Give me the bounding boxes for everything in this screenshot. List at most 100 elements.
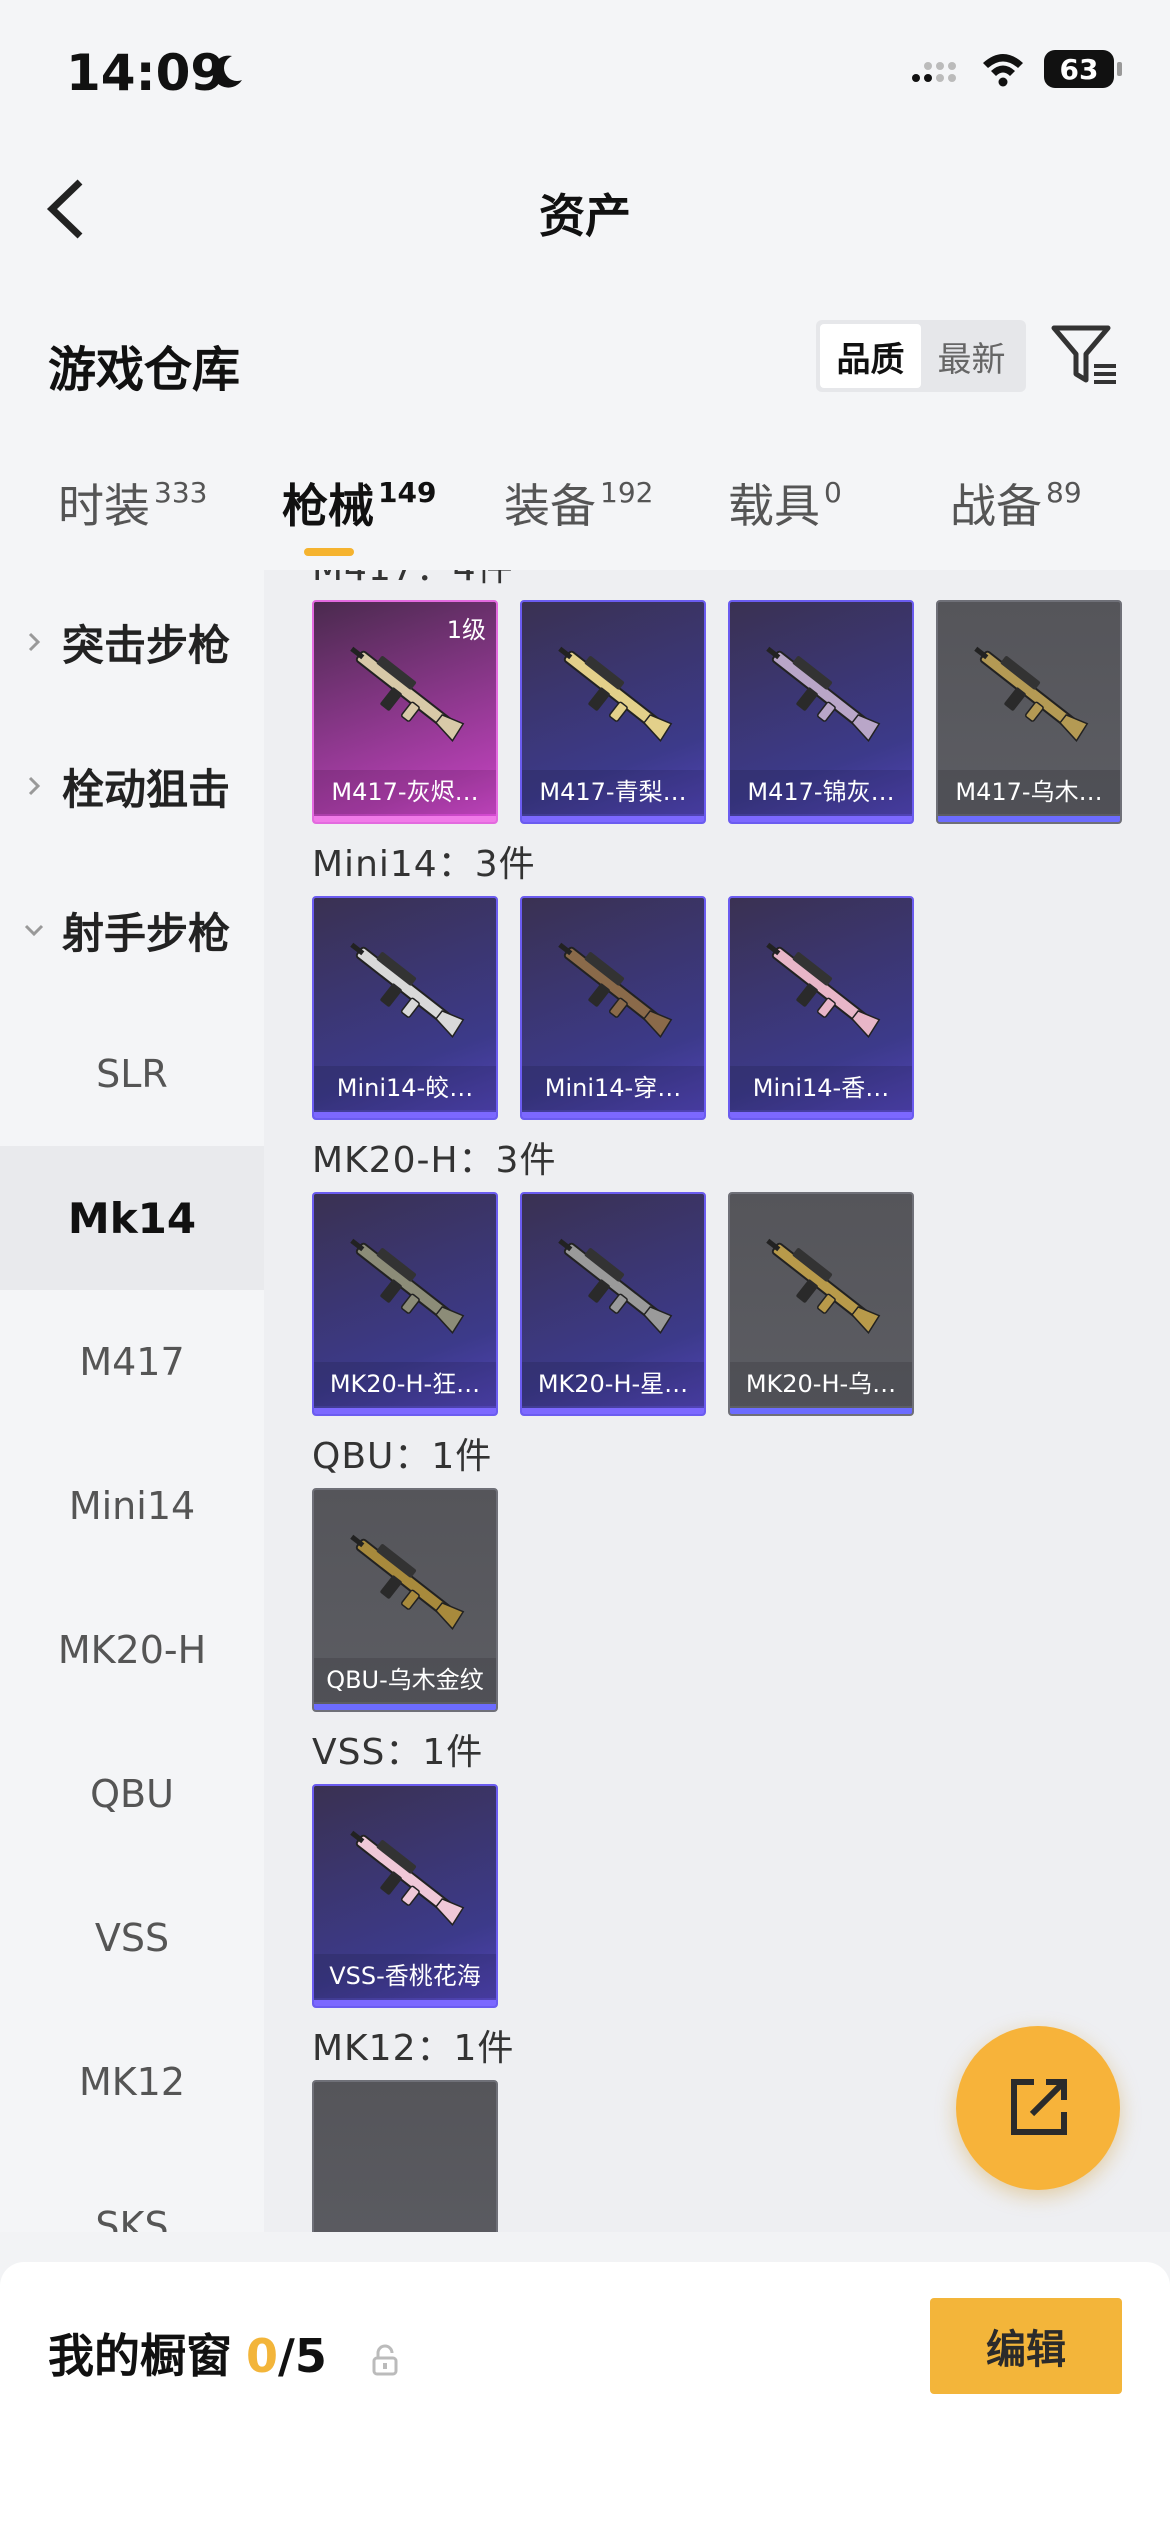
weapon-card[interactable]: M417-青梨… (520, 600, 706, 824)
showcase-total-count: /5 (278, 2329, 327, 2383)
weapon-card[interactable]: Mini14-香… (728, 896, 914, 1120)
weapon-cards: Mini14-皎… Mini14-穿… Mini14-香… (312, 896, 1170, 1120)
sidebar-item-m417[interactable]: M417 (0, 1290, 264, 1434)
sort-quality-option[interactable]: 品质 (820, 324, 921, 388)
weapon-card[interactable]: MK20-H-狂… (312, 1192, 498, 1416)
chevron-right-icon (28, 776, 41, 796)
rifle-icon (558, 942, 673, 1038)
rarity-bar (314, 1408, 496, 1414)
sidebar-category-marksman-rifles[interactable]: 射手步枪 (0, 858, 264, 1002)
rarity-bar (938, 816, 1120, 822)
sort-latest-option[interactable]: 最新 (921, 324, 1022, 388)
weapon-card[interactable]: VSS-香桃花海 (312, 1784, 498, 2008)
weapon-card[interactable]: Mini14-皎… (312, 896, 498, 1120)
cellular-icon (912, 62, 956, 82)
weapon-group: MK20-H：3件 MK20-H-狂… MK20-H-星… MK20-H-乌… (264, 1130, 1170, 1426)
weapon-card-label: Mini14-皎… (314, 1066, 496, 1110)
tab-count: 333 (154, 476, 208, 509)
weapon-group: M417：4件 1级 M417-灰烬… M417-青梨… M417-锦灰… M417-乌木… (264, 570, 1170, 834)
filter-icon[interactable] (1050, 322, 1120, 388)
rifle-icon (350, 646, 465, 742)
nav-bar: 资产 (0, 140, 1170, 270)
sidebar-category-label: 射手步枪 (62, 908, 231, 958)
tab-vehicles[interactable]: 载具 0 (728, 470, 842, 536)
weapon-card[interactable]: M417-乌木… (936, 600, 1122, 824)
tab-fashion[interactable]: 时装 333 (58, 470, 207, 536)
page-title: 资产 (539, 189, 631, 243)
share-icon (1011, 2079, 1067, 2135)
weapon-card[interactable]: M417-锦灰… (728, 600, 914, 824)
showcase-current-count: 0 (246, 2329, 279, 2383)
weapon-card[interactable]: 1级 M417-灰烬… (312, 600, 498, 824)
tab-supplies[interactable]: 战备 89 (950, 470, 1082, 536)
sidebar-category-label: 栓动狙击 (62, 764, 231, 814)
share-button[interactable] (956, 2026, 1120, 2190)
rifle-icon (766, 1238, 881, 1334)
sidebar-item-qbu[interactable]: QBU (0, 1722, 264, 1866)
rarity-bar (314, 1112, 496, 1118)
rifle-icon (558, 1238, 673, 1334)
rifle-icon (974, 646, 1089, 742)
rifle-icon (350, 942, 465, 1038)
weapon-card[interactable]: QBU-乌木金纹 (312, 1488, 498, 1712)
weapon-card-label: Mini14-穿… (522, 1066, 704, 1110)
edit-button[interactable]: 编辑 (930, 2298, 1122, 2394)
rarity-bar (730, 1408, 912, 1414)
chevron-right-icon (28, 632, 41, 652)
sidebar-item-slr[interactable]: SLR (0, 1002, 264, 1146)
tab-firearms[interactable]: 枪械 149 (282, 470, 436, 536)
sidebar-item-mini14[interactable]: Mini14 (0, 1434, 264, 1578)
weapon-group: VSS：1件 VSS-香桃花海 (264, 1722, 1170, 2018)
rarity-bar (314, 816, 496, 822)
weapon-card[interactable]: MK20-H-乌… (728, 1192, 914, 1416)
tab-label: 装备 (504, 479, 596, 533)
sidebar-item-sks[interactable]: SKS (0, 2154, 264, 2232)
rifle-icon (766, 646, 881, 742)
sidebar-category-assault-rifles[interactable]: 突击步枪 (0, 570, 264, 714)
tab-label: 载具 (728, 479, 820, 533)
tab-count: 192 (600, 476, 654, 509)
sidebar-category-bolt-snipers[interactable]: 栓动狙击 (0, 714, 264, 858)
rarity-bar (522, 1112, 704, 1118)
rarity-bar (522, 816, 704, 822)
tab-equipment[interactable]: 装备 192 (504, 470, 653, 536)
weapon-card[interactable]: MK20-H-星… (520, 1192, 706, 1416)
weapon-cards: QBU-乌木金纹 (312, 1488, 1170, 1712)
sidebar-item-mk14[interactable]: Mk14 (0, 1146, 264, 1290)
sidebar-item-mk20h[interactable]: MK20-H (0, 1578, 264, 1722)
sidebar-category-label: 突击步枪 (62, 620, 231, 670)
weapon-group-title: QBU：1件 (312, 1436, 493, 1477)
status-right: 63 (910, 50, 1122, 88)
weapon-cards: MK20-H-狂… MK20-H-星… MK20-H-乌… (312, 1192, 1170, 1416)
weapon-card[interactable] (312, 2080, 498, 2232)
weapon-list: M417：4件 1级 M417-灰烬… M417-青梨… M417-锦灰… M417-乌木… (264, 570, 1170, 2232)
showcase-info: 我的橱窗 0/5 (48, 2320, 399, 2386)
tab-count: 0 (824, 476, 842, 509)
sidebar-item-vss[interactable]: VSS (0, 1866, 264, 2010)
lock-icon (372, 2344, 398, 2376)
weapon-card-label: QBU-乌木金纹 (314, 1658, 496, 1702)
showcase-label: 我的橱窗 (48, 2329, 232, 2383)
status-bar: 14:09 63 (0, 0, 1170, 140)
rarity-bar (314, 1704, 496, 1710)
rifle-icon (350, 1830, 465, 1926)
rarity-bar (522, 1408, 704, 1414)
sidebar-item-mk12[interactable]: MK12 (0, 2010, 264, 2154)
weapon-card-label: MK20-H-星… (522, 1362, 704, 1406)
active-tab-indicator (304, 548, 354, 556)
weapon-groups: M417：4件 1级 M417-灰烬… M417-青梨… M417-锦灰… M417-乌木… (264, 570, 1170, 2232)
weapon-level-badge: 1级 (446, 616, 486, 644)
weapon-cards: VSS-香桃花海 (312, 1784, 1170, 2008)
warehouse-title: 游戏仓库 (48, 342, 241, 398)
weapon-group: Mini14：3件 Mini14-皎… Mini14-穿… Mini14-香… (264, 834, 1170, 1130)
weapon-group-title: Mini14：3件 (312, 844, 536, 885)
rifle-icon (766, 942, 881, 1038)
weapon-card[interactable]: Mini14-穿… (520, 896, 706, 1120)
rarity-bar (314, 2000, 496, 2006)
category-tabs: 时装 333 枪械 149 装备 192 载具 0 战备 89 (0, 440, 1170, 570)
battery-indicator: 63 (1044, 50, 1122, 88)
warehouse-header: 游戏仓库 品质 最新 (0, 270, 1170, 440)
